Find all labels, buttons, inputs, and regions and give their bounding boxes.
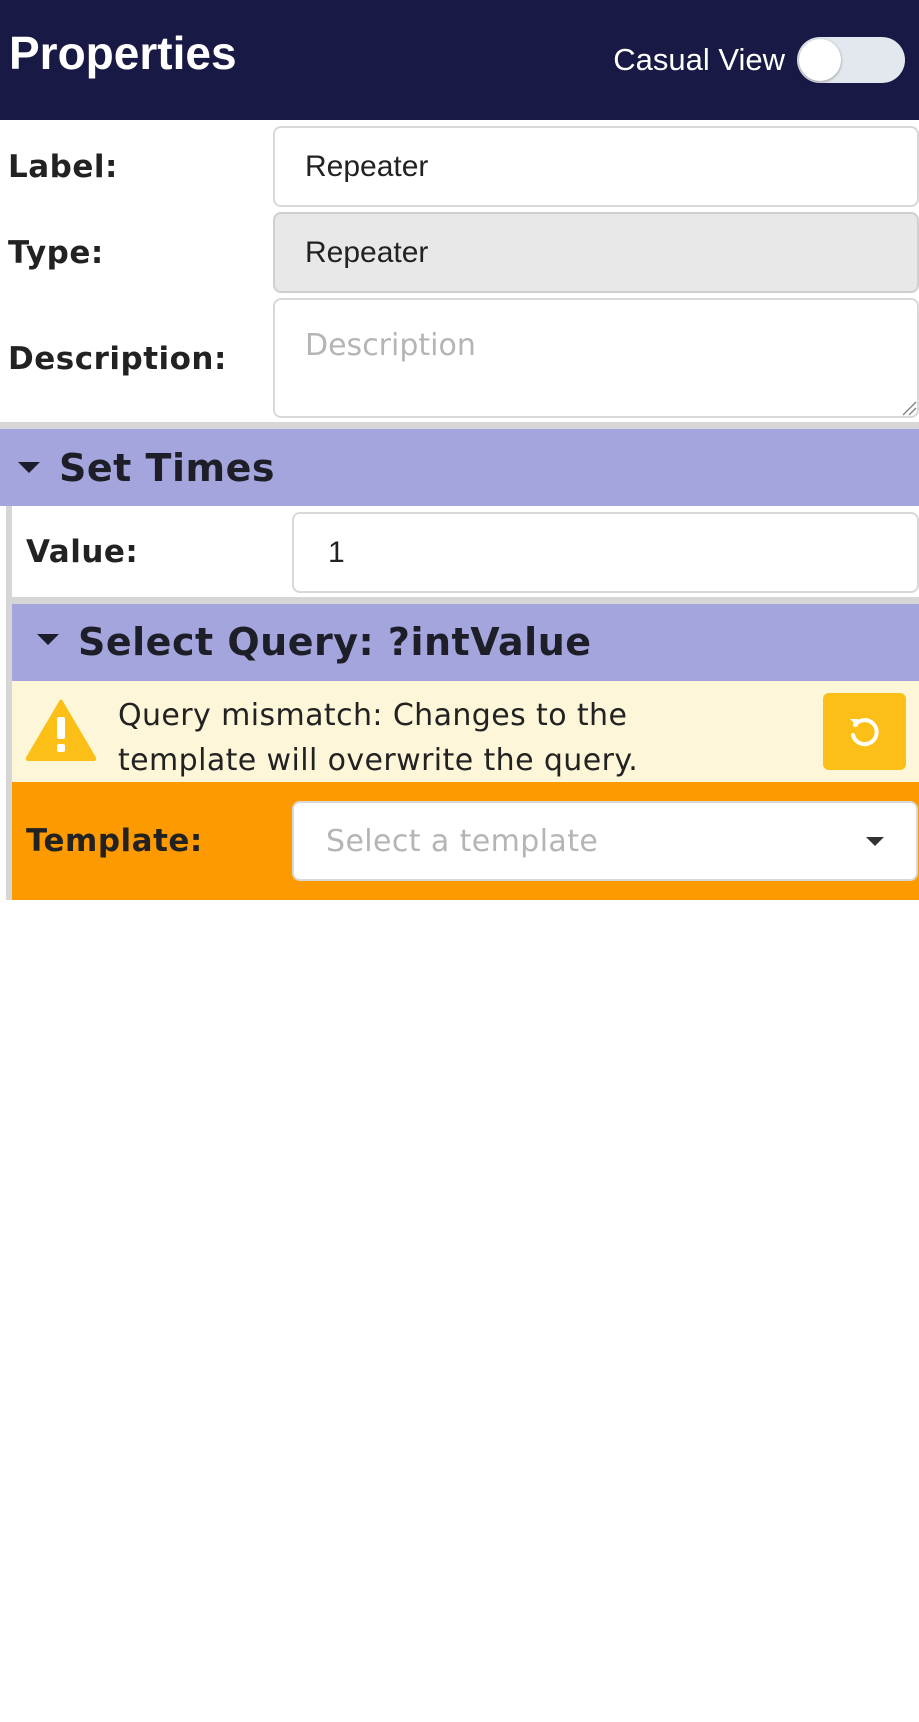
template-row: Template: Select a template — [12, 782, 919, 900]
description-field-label: Description: — [8, 341, 227, 377]
casual-view-label: Casual View — [613, 42, 785, 77]
resize-grip-icon[interactable] — [899, 398, 917, 416]
template-select-placeholder: Select a template — [326, 824, 599, 859]
casual-view-toggle[interactable] — [797, 37, 905, 83]
warning-triangle-icon — [26, 699, 96, 761]
caret-down-icon — [37, 634, 59, 645]
label-field-label: Label: — [8, 149, 118, 185]
value-field-label: Value: — [26, 534, 139, 570]
toggle-knob — [799, 39, 841, 81]
warning-text: Query mismatch: Changes to the template … — [118, 698, 639, 778]
template-select[interactable]: Select a template — [292, 801, 918, 881]
type-field-label: Type: — [8, 235, 104, 271]
value-input[interactable]: 1 — [292, 512, 919, 593]
type-input: Repeater — [273, 212, 919, 293]
divider — [12, 597, 919, 604]
reset-query-button[interactable] — [823, 693, 906, 770]
label-input[interactable]: Repeater — [273, 126, 919, 207]
description-textarea[interactable]: Description — [273, 298, 919, 418]
properties-header: Properties Casual View — [0, 0, 919, 120]
page-title: Properties — [9, 27, 237, 79]
chevron-down-icon — [866, 837, 884, 846]
select-query-section-header[interactable]: Select Query: ?intValue — [12, 604, 919, 681]
query-mismatch-warning: Query mismatch: Changes to the template … — [12, 681, 919, 782]
select-query-title: Select Query: ?intValue — [78, 620, 592, 664]
template-field-label: Template: — [26, 823, 203, 859]
reset-icon — [850, 718, 879, 747]
set-times-title: Set Times — [59, 446, 275, 490]
set-times-section-header[interactable]: Set Times — [0, 429, 919, 506]
caret-down-icon — [18, 462, 40, 473]
divider — [0, 422, 919, 429]
